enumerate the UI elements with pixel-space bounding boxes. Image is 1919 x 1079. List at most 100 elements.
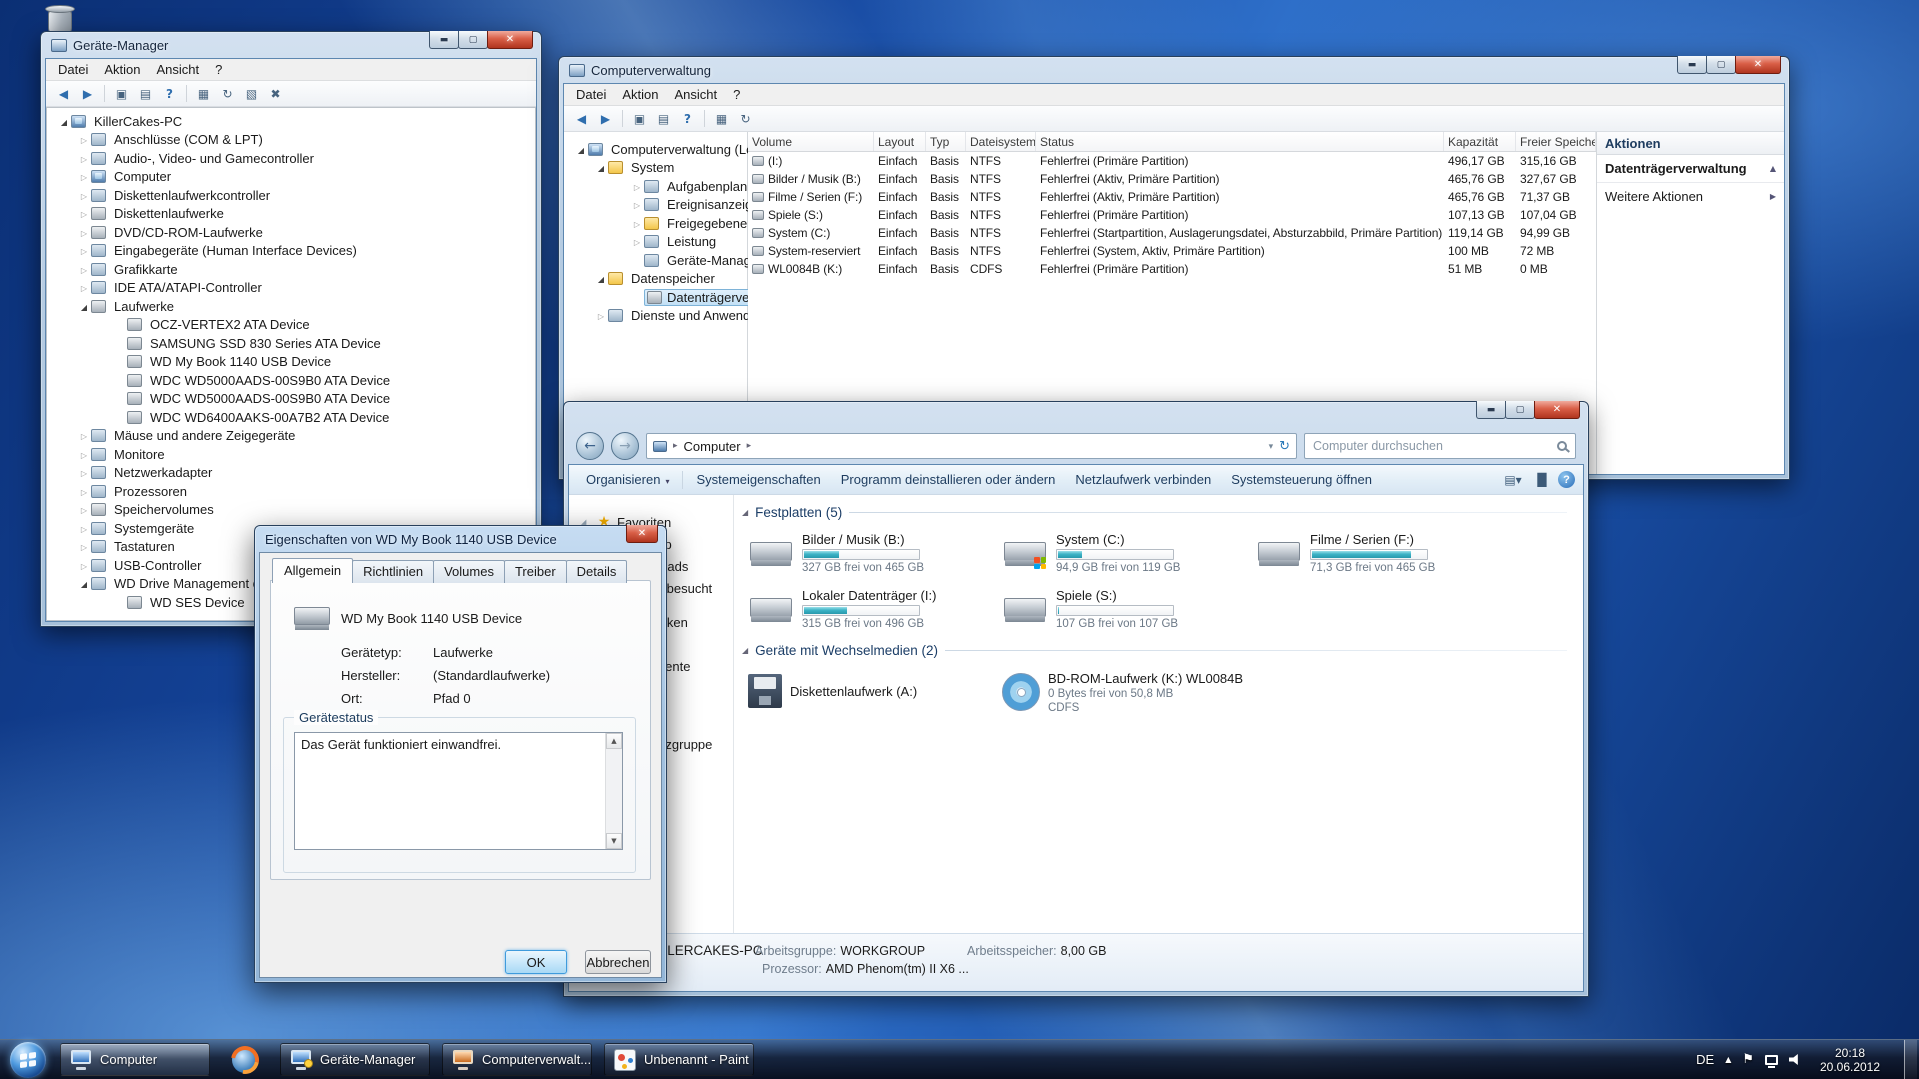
- column-freier-speicher[interactable]: Freier Speicher: [1516, 132, 1596, 151]
- system-properties-button[interactable]: Systemeigenschaften: [687, 468, 829, 491]
- explorer-titlebar[interactable]: ▬ ▢ ✕: [568, 401, 1584, 428]
- taskbar-pin-firefox[interactable]: [222, 1042, 268, 1078]
- cancel-button[interactable]: Abbrechen: [585, 950, 651, 974]
- tree-item-drive[interactable]: WDC WD5000AADS-00S9B0 ATA Device: [47, 371, 535, 390]
- scan-hardware-icon[interactable]: ▦: [192, 83, 215, 104]
- tree-item[interactable]: Netzwerkadapter: [47, 464, 535, 483]
- actions-more[interactable]: Weitere Aktionen ▶: [1597, 183, 1784, 210]
- volume-row[interactable]: Spiele (S:) Einfach Basis NTFS Fehlerfre…: [748, 206, 1596, 224]
- tree-item[interactable]: Leistung: [564, 233, 747, 252]
- tree-item-drive[interactable]: WDC WD6400AAKS-00A7B2 ATA Device: [47, 408, 535, 427]
- back-icon[interactable]: ◀: [570, 108, 593, 129]
- taskbar-button-computerverwaltung[interactable]: Computerverwalt...: [442, 1043, 592, 1076]
- volume-row[interactable]: (I:) Einfach Basis NTFS Fehlerfrei (Prim…: [748, 152, 1596, 170]
- tree-item[interactable]: Prozessoren: [47, 482, 535, 501]
- drive-tile-spiele[interactable]: Spiele (S:) 107 GB frei von 107 GB: [1002, 585, 1252, 633]
- tab-volumes[interactable]: Volumes: [433, 560, 505, 583]
- console-tree-icon[interactable]: ▣: [628, 108, 651, 129]
- close-button[interactable]: ✕: [1534, 401, 1580, 419]
- column-layout[interactable]: Layout: [874, 132, 926, 151]
- tree-item-drive[interactable]: OCZ-VERTEX2 ATA Device: [47, 316, 535, 335]
- maximize-button[interactable]: ▢: [458, 31, 488, 49]
- column-typ[interactable]: Typ: [926, 132, 966, 151]
- change-view-icon[interactable]: ▤▾: [1500, 469, 1526, 491]
- tree-item-root[interactable]: Computerverwaltung (Lokal): [564, 140, 774, 159]
- computer-management-titlebar[interactable]: Computerverwaltung ▬ ▢ ✕: [563, 56, 1785, 83]
- taskbar-button-paint[interactable]: Unbenannt - Paint: [604, 1043, 754, 1076]
- expander-icon[interactable]: [594, 160, 608, 175]
- expander-icon[interactable]: [77, 428, 91, 443]
- tree-item[interactable]: Ereignisanzeige: [564, 196, 760, 215]
- volume-row[interactable]: Filme / Serien (F:) Einfach Basis NTFS F…: [748, 188, 1596, 206]
- tree-item-drive[interactable]: SAMSUNG SSD 830 Series ATA Device: [47, 334, 535, 353]
- column-dateisystem[interactable]: Dateisystem: [966, 132, 1036, 151]
- tree-item[interactable]: Diskettenlaufwerkcontroller: [47, 186, 535, 205]
- expander-icon[interactable]: [77, 465, 91, 480]
- minimize-button[interactable]: ▬: [1476, 401, 1506, 419]
- floppy-drive-tile[interactable]: Diskettenlaufwerk (A:): [748, 667, 998, 715]
- expander-icon[interactable]: [77, 169, 91, 184]
- uninstall-device-icon[interactable]: ✖: [264, 83, 287, 104]
- help-icon[interactable]: ?: [158, 83, 181, 104]
- tab-details[interactable]: Details: [565, 560, 628, 583]
- help-icon[interactable]: ?: [1558, 471, 1575, 488]
- menu-ansicht[interactable]: Ansicht: [667, 85, 726, 104]
- update-driver-icon[interactable]: ▧: [240, 83, 263, 104]
- tab-treiber[interactable]: Treiber: [503, 560, 567, 583]
- tree-item[interactable]: Mäuse und andere Zeigegeräte: [47, 427, 535, 446]
- tab-allgemein[interactable]: Allgemein: [272, 558, 354, 583]
- forward-icon[interactable]: ▶: [76, 83, 99, 104]
- drive-tile-filme-serien[interactable]: Filme / Serien (F:) 71,3 GB frei von 465…: [1256, 529, 1506, 577]
- expander-icon[interactable]: [630, 234, 644, 249]
- forward-icon[interactable]: ▶: [594, 108, 617, 129]
- tree-item[interactable]: Monitore: [47, 445, 535, 464]
- tree-item[interactable]: Speichervolumes: [47, 501, 535, 520]
- expander-icon[interactable]: [77, 502, 91, 517]
- group-collapse-icon[interactable]: ◢: [742, 508, 748, 517]
- maximize-button[interactable]: ▢: [1706, 56, 1736, 74]
- network-icon[interactable]: [1765, 1054, 1778, 1068]
- close-button[interactable]: ✕: [626, 525, 658, 543]
- search-box[interactable]: [1304, 433, 1576, 459]
- column-status[interactable]: Status: [1036, 132, 1444, 151]
- column-kapazitaet[interactable]: Kapazität: [1444, 132, 1516, 151]
- tree-item[interactable]: IDE ATA/ATAPI-Controller: [47, 279, 535, 298]
- tree-item-drive[interactable]: WD My Book 1140 USB Device: [47, 353, 535, 372]
- tab-richtlinien[interactable]: Richtlinien: [352, 560, 435, 583]
- tree-item-laufwerke[interactable]: Laufwerke: [47, 297, 535, 316]
- expander-icon[interactable]: [594, 308, 608, 323]
- properties-icon[interactable]: ▤: [134, 83, 157, 104]
- back-icon[interactable]: ◀: [52, 83, 75, 104]
- close-button[interactable]: ✕: [487, 31, 533, 49]
- console-tree-icon[interactable]: ▣: [110, 83, 133, 104]
- tree-item[interactable]: Aufgabenplanung: [564, 177, 769, 196]
- tree-item[interactable]: Eingabegeräte (Human Interface Devices): [47, 242, 535, 261]
- volume-row[interactable]: Bilder / Musik (B:) Einfach Basis NTFS F…: [748, 170, 1596, 188]
- search-input[interactable]: [1313, 439, 1551, 453]
- menu-hilfe[interactable]: ?: [725, 85, 748, 104]
- expander-icon[interactable]: [630, 216, 644, 231]
- expander-icon[interactable]: [574, 142, 588, 157]
- address-bar[interactable]: ▸ Computer ▸ ▾ ↻: [646, 433, 1297, 459]
- dialog-titlebar[interactable]: Eigenschaften von WD My Book 1140 USB De…: [259, 525, 662, 552]
- back-button[interactable]: ←: [576, 432, 604, 460]
- maximize-button[interactable]: ▢: [1505, 401, 1535, 419]
- ok-button[interactable]: OK: [505, 950, 567, 974]
- breadcrumb[interactable]: Computer: [684, 439, 741, 454]
- expander-icon[interactable]: [77, 188, 91, 203]
- expander-icon[interactable]: [77, 280, 91, 295]
- volume-row[interactable]: System-reserviert Einfach Basis NTFS Feh…: [748, 242, 1596, 260]
- expander-icon[interactable]: [77, 225, 91, 240]
- menu-datei[interactable]: Datei: [50, 60, 96, 79]
- expander-icon[interactable]: [77, 484, 91, 499]
- collapse-icon[interactable]: ▲: [1770, 164, 1776, 173]
- tree-item[interactable]: Diskettenlaufwerke: [47, 205, 535, 224]
- organize-button[interactable]: Organisieren: [577, 468, 678, 491]
- expander-icon[interactable]: [77, 299, 91, 314]
- preview-pane-icon[interactable]: ▐▌: [1529, 469, 1555, 491]
- tree-item[interactable]: Audio-, Video- und Gamecontroller: [47, 149, 535, 168]
- tree-item[interactable]: Dienste und Anwendungen: [564, 307, 786, 326]
- taskbar-button-geraete-manager[interactable]: Geräte-Manager: [280, 1043, 430, 1076]
- scroll-down-icon[interactable]: ▼: [606, 833, 622, 849]
- start-button[interactable]: [10, 1041, 46, 1078]
